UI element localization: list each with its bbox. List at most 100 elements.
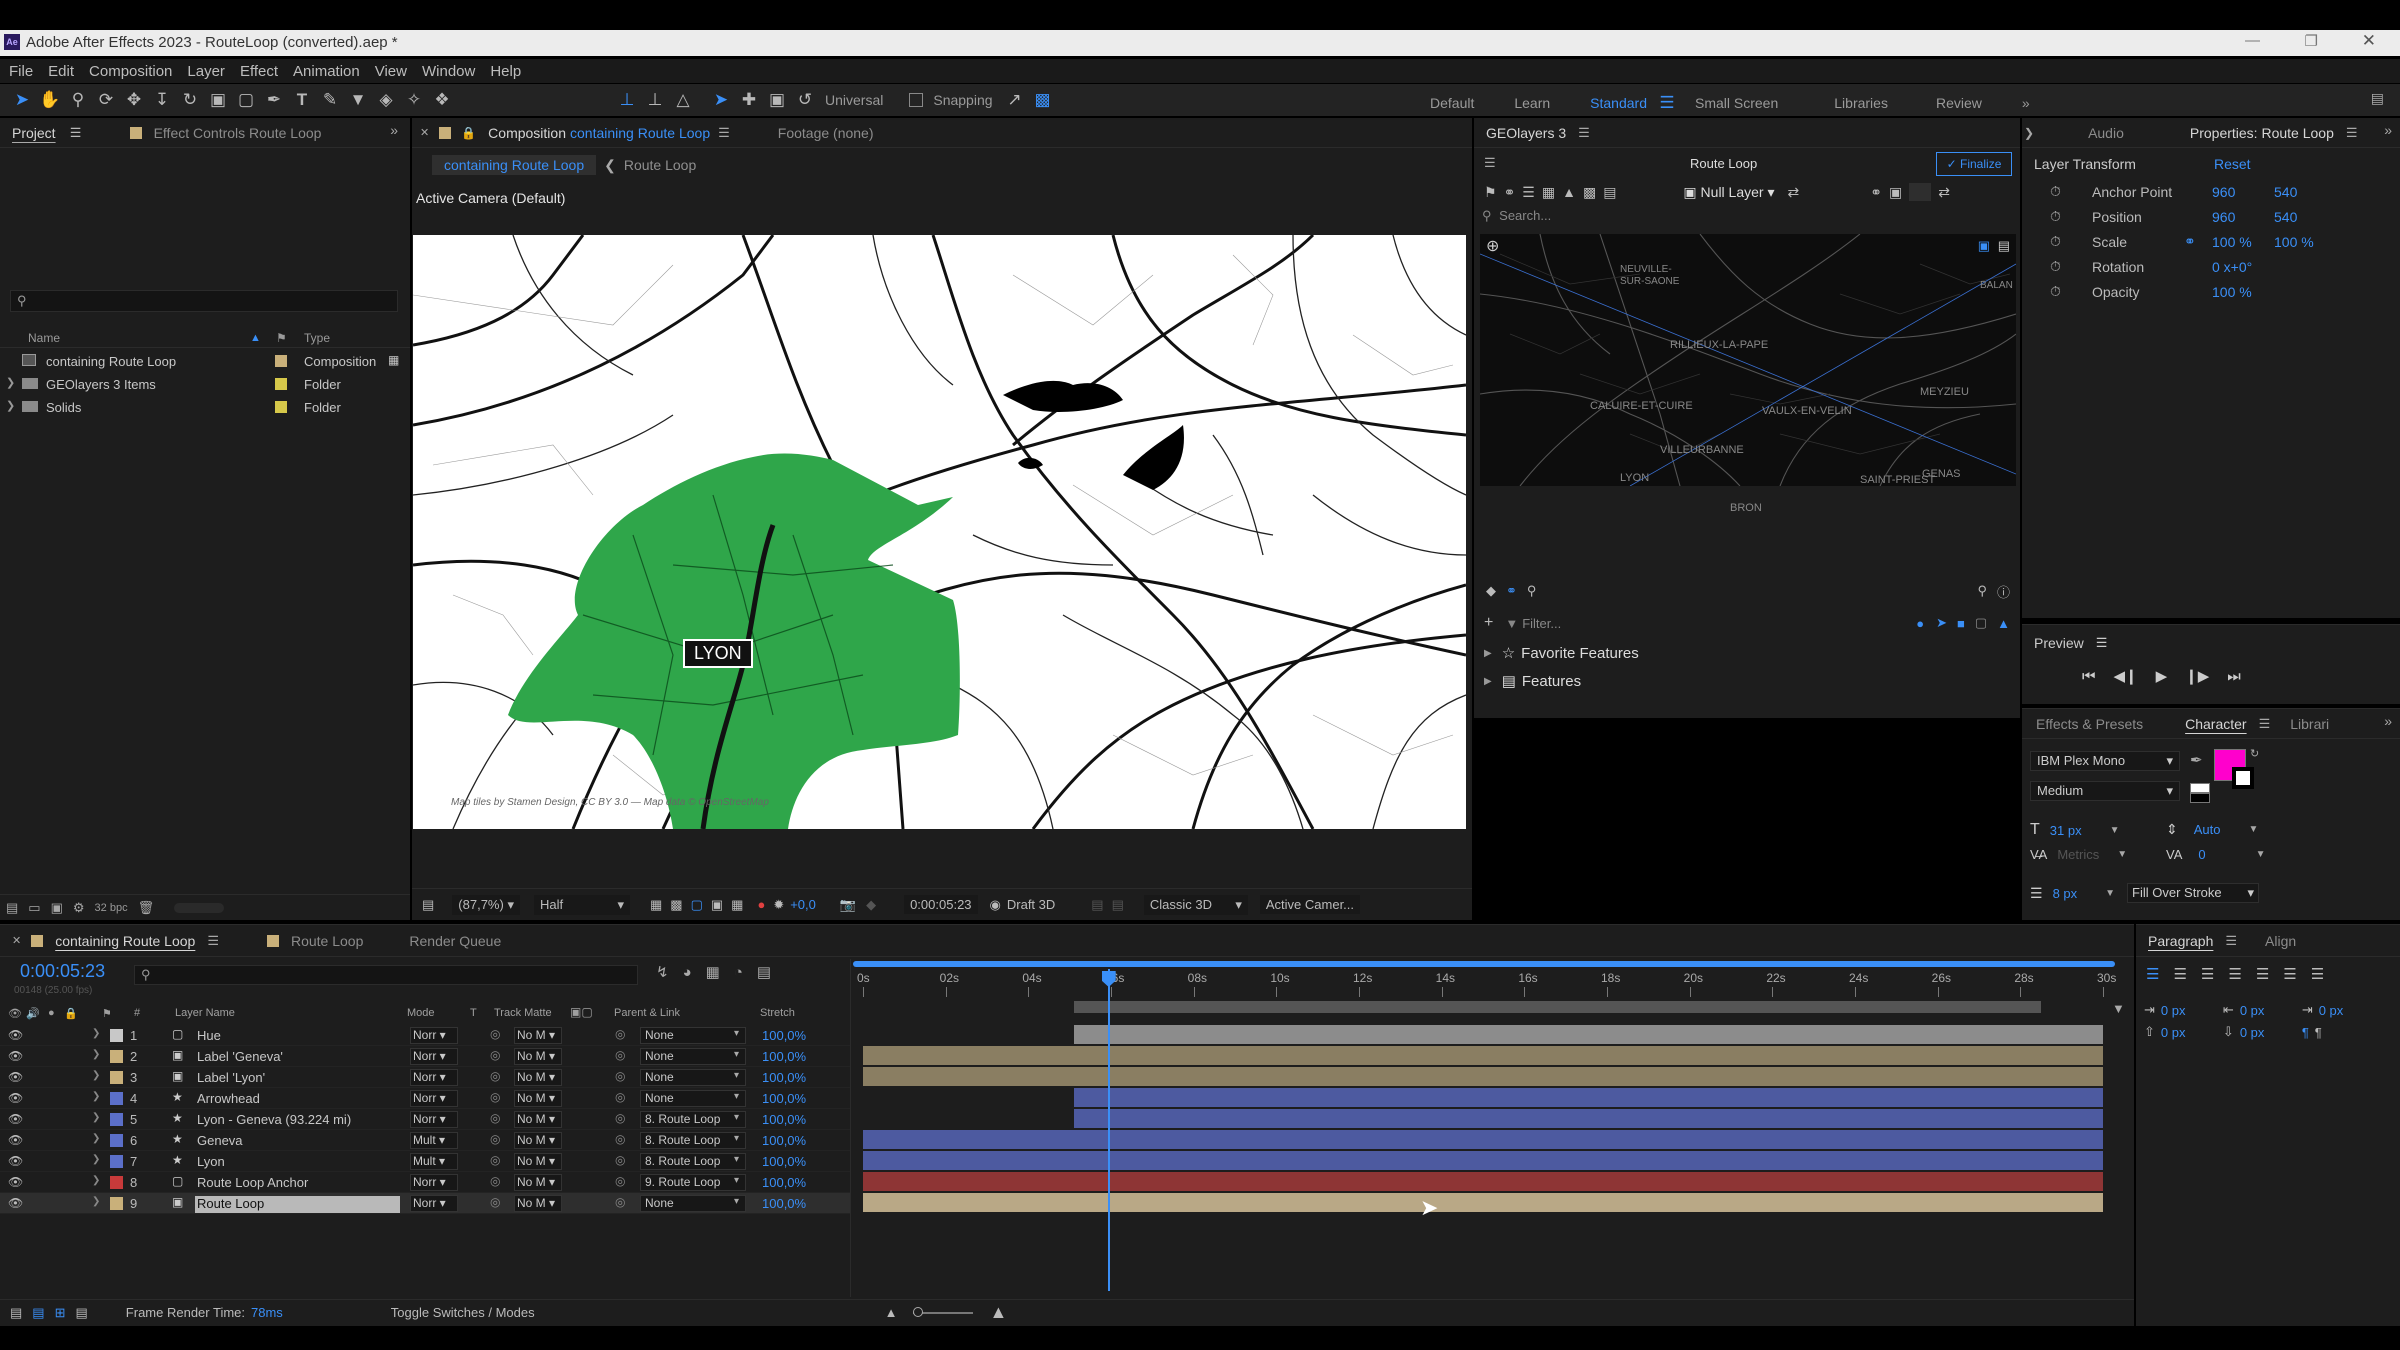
properties-menu-icon[interactable]: ☰ [2346,125,2358,141]
panel-overflow-icon[interactable]: » [390,122,398,138]
parent-pickwhip-icon[interactable]: ◎ [615,1174,625,1188]
brush-tool-icon[interactable]: ✎ [318,88,342,112]
flowchart-icon[interactable]: ▦ [388,353,399,367]
camera-view-icon[interactable]: ▣ [1978,238,1990,254]
link-map-icon[interactable]: ⚭ [1506,583,1517,599]
timeline-search-input[interactable]: ⚲ [134,965,638,985]
layer-row[interactable]: 👁 ❯ 9 ▣ Route Loop Norr ▾ ◎ No M ▾ ◎ None ▾ 100,0% [0,1193,850,1214]
property-value[interactable]: 540 [2274,184,2297,200]
layer-row[interactable]: 👁 ❯ 5 ★ Lyon - Geneva (93.224 mi) Norr ▾ ◎ No M… [0,1109,850,1130]
rgb-channel-icon[interactable]: ● [757,897,765,912]
swap-icon[interactable]: ⇄ [1788,184,1800,201]
roto-brush-icon[interactable]: ✧ [402,88,426,112]
expand-chevron-icon[interactable]: ❯ [92,1049,100,1060]
eraser-tool-icon[interactable]: ◈ [374,88,398,112]
renderer-select[interactable]: Classic 3D ▾ [1143,894,1248,915]
stroke-mode-select[interactable]: Fill Over Stroke ▾ [2127,883,2260,903]
stretch-value[interactable]: 100,0% [762,1175,806,1190]
label-column-icon[interactable]: ⚑ [276,331,287,345]
indent-first-value[interactable]: 0 px [2319,1003,2344,1018]
stopwatch-icon[interactable]: ⏱ [2050,208,2061,225]
filter-input[interactable]: Filter... [1522,616,1561,631]
layer-row[interactable]: 👁 ❯ 8 ▢ Route Loop Anchor Norr ▾ ◎ No M ▾ ◎ 9. Ro… [0,1172,850,1193]
parent-select[interactable]: None [640,1195,746,1212]
paragraph-menu-icon[interactable]: ☰ [2225,933,2237,949]
next-frame-icon[interactable]: ❙▶ [2185,667,2209,685]
parent-select[interactable]: 9. Route Loop [640,1174,746,1191]
puppet-pin-icon[interactable]: ❖ [430,88,454,112]
bpc-label[interactable]: 32 bpc [95,902,128,914]
zoom-tool-icon[interactable]: ⚲ [66,88,90,112]
stretch-value[interactable]: 100,0% [762,1091,806,1106]
parent-dropdown-icon[interactable]: ▾ [734,1070,739,1081]
geolayers-menu-icon[interactable]: ☰ [1578,125,1590,141]
parent-select[interactable]: 8. Route Loop [640,1153,746,1170]
rtl-direction-icon[interactable]: ¶ [2315,1025,2322,1040]
menu-edit[interactable]: Edit [48,63,74,80]
project-item[interactable]: ❯ GEOlayers 3 Items Folder [0,373,410,396]
stroke-width-dropdown-icon[interactable]: ▼ [2105,888,2115,899]
hand-tool-icon[interactable]: ✋ [38,88,62,112]
blend-mode-select[interactable]: Mult ▾ [410,1153,458,1170]
layers-icon[interactable]: ☰ [1522,184,1535,201]
font-size-dropdown-icon[interactable]: ▼ [2110,825,2120,836]
exchange-icon[interactable]: ⇄ [1938,184,1950,201]
property-value[interactable]: 100 % [2212,284,2252,300]
layer-name[interactable]: Route Loop [195,1196,400,1213]
3d-ground-plane-icon[interactable]: ▤ [1091,897,1103,913]
toggle-switches-modes[interactable]: Toggle Switches / Modes [391,1305,535,1320]
new-comp-icon[interactable]: ▣ [51,900,63,916]
layer-row[interactable]: 👁 ❯ 7 ★ Lyon Mult ▾ ◎ No M ▾ ◎ 8. Route Loop ▾ 100,… [0,1151,850,1172]
zoom-in-timeline-icon[interactable]: ▲ [989,1302,1007,1323]
property-value[interactable]: 960 [2212,209,2235,225]
adjust-settings-icon[interactable]: ⚙ [73,900,85,916]
video-switch-icon[interactable]: 👁 [8,1007,22,1020]
exposure-value[interactable]: +0,0 [790,897,816,912]
search-help-icon[interactable]: ▤ [2371,90,2384,107]
region-icon[interactable]: ▦ [650,897,662,913]
align-right-icon[interactable]: ☰ [2201,965,2214,983]
pan-camera-icon[interactable]: ✥ [122,88,146,112]
tab-character[interactable]: Character [2173,709,2258,739]
3d-scale-icon[interactable]: ▣ [765,88,789,112]
menu-effect[interactable]: Effect [240,63,278,80]
frame-icon[interactable]: ▢ [1975,615,1987,631]
layer-duration-bar[interactable] [1073,1109,2103,1128]
workspace-learn[interactable]: Learn [1514,95,1550,111]
features-row[interactable]: ▶ ▤ Features [1480,672,1581,691]
stroke-width-value[interactable]: 8 px [2053,886,2078,901]
menu-file[interactable]: File [9,63,33,80]
selection-tool-icon[interactable]: ➤ [10,88,34,112]
indent-right-value[interactable]: 0 px [2240,1003,2296,1018]
resolution-select[interactable]: Half ▾ [533,894,630,915]
layer-name[interactable]: Geneva [195,1133,400,1150]
current-timecode[interactable]: 0:00:05:23 [20,961,105,982]
breadcrumb-child[interactable]: Route Loop [624,157,696,173]
null-layer-select[interactable]: ▣ Null Layer ▾ [1683,184,1774,201]
zoom-in-icon[interactable]: ⚲ [1977,583,1987,599]
space-after-value[interactable]: 0 px [2240,1025,2296,1040]
layer-row[interactable]: 👁 ❯ 1 ▢ Hue Norr ▾ ◎ No M ▾ ◎ None ▾ 100,0% [0,1025,850,1046]
pickwhip-icon[interactable]: ◎ [490,1027,500,1041]
blend-mode-select[interactable]: Mult ▾ [410,1132,458,1149]
comp-marker-icon[interactable]: ▼ [2112,1001,2125,1016]
pickwhip-icon[interactable]: ◎ [490,1195,500,1209]
pin-icon[interactable]: ⚑ [1484,184,1497,201]
parent-dropdown-icon[interactable]: ▾ [734,1175,739,1186]
font-family-select[interactable]: IBM Plex Mono ▾ [2030,751,2180,771]
layer-name[interactable]: Label 'Geneva' [195,1049,400,1066]
finalize-button[interactable]: ✓ Finalize [1936,152,2012,176]
pickwhip-icon[interactable]: ◎ [490,1153,500,1167]
label-swatch[interactable] [110,1029,123,1042]
expand-chevron-icon[interactable]: ❯ [92,1070,100,1081]
layer-name[interactable]: Lyon [195,1154,400,1171]
expand-chevron-icon[interactable]: ❯ [92,1028,100,1039]
property-value[interactable]: 100 % [2212,234,2252,250]
cube-icon[interactable]: ▦ [1542,184,1555,201]
property-value[interactable]: 960 [2212,184,2235,200]
layer-name[interactable]: Hue [195,1028,400,1045]
eyedropper-icon[interactable]: ✒ [2190,751,2203,769]
parent-select[interactable]: None [640,1048,746,1065]
justify-center-icon[interactable]: ☰ [2256,965,2269,983]
layer-row[interactable]: 👁 ❯ 6 ★ Geneva Mult ▾ ◎ No M ▾ ◎ 8. Route Loop ▾ 10… [0,1130,850,1151]
